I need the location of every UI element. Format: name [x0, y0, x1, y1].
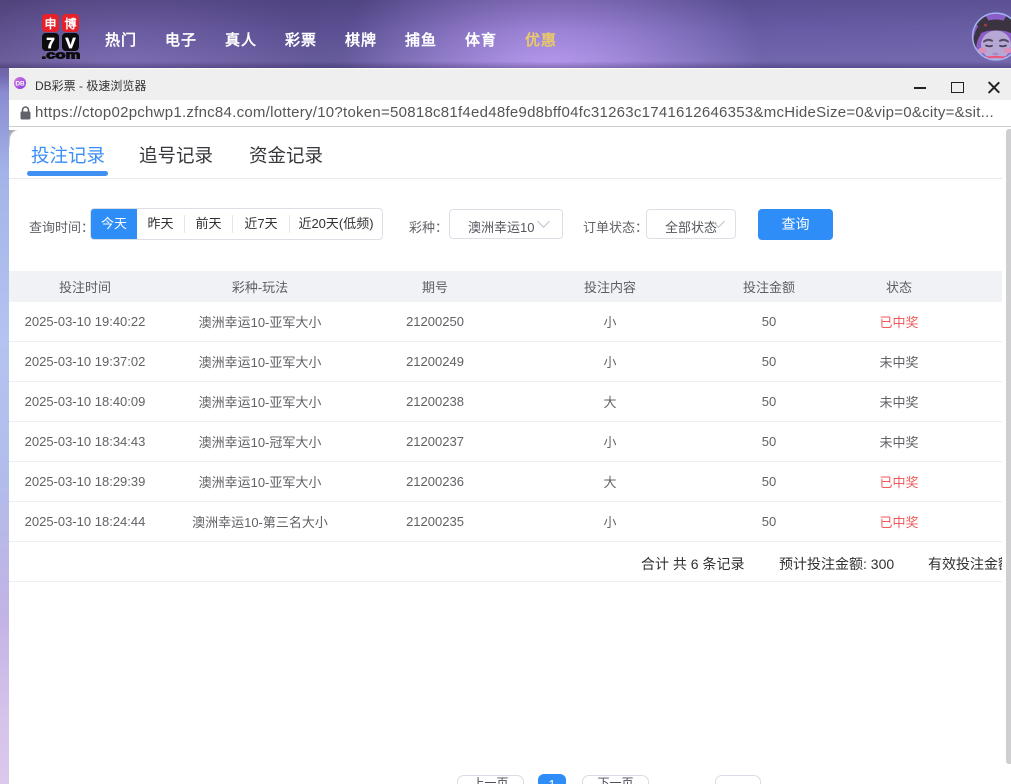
svg-text:DB: DB: [15, 81, 25, 88]
svg-text:申: 申: [44, 16, 56, 31]
svg-text:博: 博: [64, 16, 76, 31]
svg-text:.com: .com: [42, 50, 80, 60]
